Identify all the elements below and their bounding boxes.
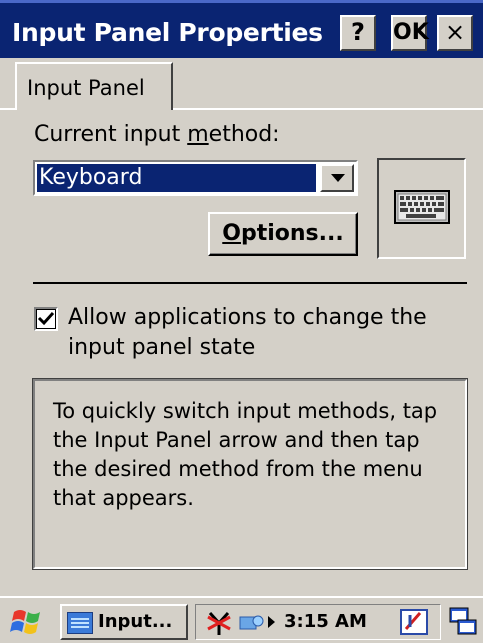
task-input-panel-button[interactable]: Input... — [60, 604, 188, 640]
taskbar: Input... 3:15 AM — [0, 596, 483, 643]
allow-change-label[interactable]: Allow applications to change the input p… — [68, 303, 448, 363]
clock[interactable]: 3:15 AM — [284, 611, 367, 632]
network-icon[interactable] — [204, 609, 234, 637]
task-label: Input... — [98, 611, 173, 632]
tab-input-panel-label: Input Panel — [27, 76, 145, 100]
current-input-method-label: Current input method: — [34, 122, 280, 147]
ok-button[interactable]: OK — [391, 15, 429, 51]
window-title: Input Panel Properties — [12, 18, 323, 47]
desktop-icon[interactable] — [448, 606, 478, 638]
hint-box: To quickly switch input methods, tap the… — [32, 378, 468, 570]
start-icon[interactable] — [6, 604, 50, 640]
input-panel-icon — [67, 612, 93, 634]
input-method-selected-value: Keyboard — [37, 164, 316, 192]
chevron-down-icon[interactable] — [320, 164, 354, 192]
section-divider — [33, 282, 467, 284]
options-button[interactable]: Options... — [208, 212, 358, 256]
input-method-select[interactable]: Keyboard — [33, 160, 358, 196]
help-button[interactable]: ? — [340, 15, 376, 51]
keyboard-icon — [394, 190, 450, 224]
connection-icon[interactable] — [238, 611, 266, 635]
input-method-icon[interactable] — [400, 609, 428, 635]
tray-arrow-icon[interactable] — [268, 616, 275, 628]
keyboard-preview — [377, 158, 466, 259]
system-tray: 3:15 AM — [195, 604, 441, 640]
title-bar: Input Panel Properties ? OK × — [0, 0, 483, 58]
close-button[interactable]: × — [437, 15, 473, 51]
tab-input-panel[interactable]: Input Panel — [15, 62, 173, 110]
allow-change-checkbox[interactable] — [34, 307, 58, 331]
checkmark-icon — [37, 311, 55, 326]
hint-text: To quickly switch input methods, tap the… — [53, 399, 438, 510]
